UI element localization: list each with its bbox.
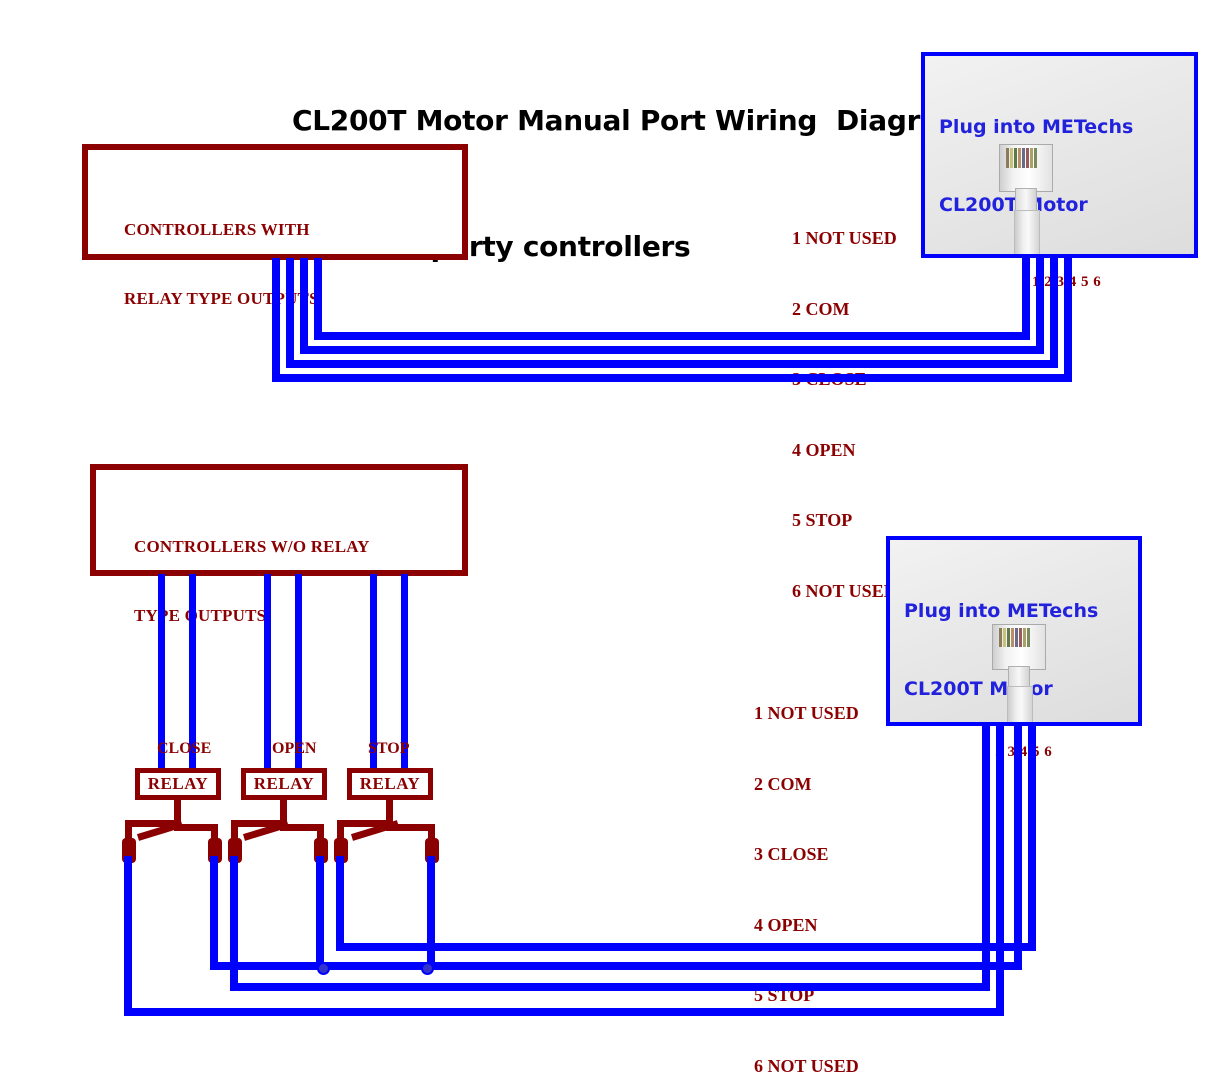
pin-legend-top-2: 2 COM — [792, 298, 850, 319]
wire-open-com-drop — [230, 856, 238, 990]
plug-panel-top: Plug into METechs CL200T Motor Manual Po… — [921, 52, 1198, 258]
wire-close-no-run — [210, 962, 1022, 970]
wire-top-4-vertical — [314, 258, 322, 340]
wire-coil-open-a — [264, 574, 271, 770]
relay-box-close: RELAY — [135, 768, 221, 800]
wire-stop-com-drop — [336, 856, 344, 950]
wire-top-4-riser-pin2 — [1022, 256, 1030, 340]
pin-legend-top-6: 6 NOT USED — [792, 580, 897, 601]
wire-close-com-run — [124, 1008, 1004, 1016]
wire-close-com-drop — [124, 856, 132, 1016]
plug-caption-line-1: Plug into METechs — [939, 116, 1134, 138]
rj-connector-photo-top — [993, 144, 1059, 254]
wire-top-1-vertical — [272, 258, 280, 382]
pin-legend-top-4: 4 OPEN — [792, 439, 856, 460]
relay-label-close: CLOSE — [157, 740, 212, 757]
page-title-line-1: CL200T Motor Manual Port Wiring Diagram — [292, 104, 968, 137]
rj-contact-wires-icon — [1006, 148, 1048, 168]
wire-stop-no-drop — [427, 856, 435, 968]
relay-box-stop: RELAY — [347, 768, 433, 800]
wire-close-no-drop — [210, 856, 218, 968]
wiring-diagram-canvas: CL200T Motor Manual Port Wiring Diagram … — [0, 0, 1224, 1076]
plug-panel-bottom: Plug into METechs CL200T Motor Manual Po… — [886, 536, 1142, 726]
pin-legend-bottom-3: 3 CLOSE — [754, 844, 829, 864]
wire-bottom-riser-pin5 — [996, 724, 1004, 1016]
pin-legend-top: 1 NOT USED 2 COM 3 CLOSE 4 OPEN 5 STOP 6… — [792, 180, 897, 650]
wire-open-com-run — [230, 983, 990, 991]
wire-top-3-vertical — [300, 258, 308, 354]
wire-bottom-riser-pin3 — [982, 724, 990, 991]
relay-label-open: OPEN — [272, 740, 317, 757]
wire-top-3-riser-pin3 — [1036, 256, 1044, 354]
relay-box-open: RELAY — [241, 768, 327, 800]
pin-legend-top-5: 5 STOP — [792, 510, 853, 530]
rj-cable-icon — [1014, 210, 1040, 254]
pin-legend-bottom-1: 1 NOT USED — [754, 703, 859, 723]
pin-legend-top-1: 1 NOT USED — [792, 228, 897, 248]
wire-top-1-riser-pin5 — [1064, 256, 1072, 382]
pin-legend-bottom-6: 6 NOT USED — [754, 1055, 859, 1076]
junction-dot-com-1 — [317, 962, 330, 975]
wire-top-2-horizontal — [286, 360, 1058, 368]
wire-open-no-drop — [316, 856, 324, 968]
relay-label-stop: STOP — [368, 740, 410, 757]
wire-top-2-vertical — [286, 258, 294, 368]
wire-top-1-horizontal — [272, 374, 1072, 382]
controller-label-line-1: CONTROLLERS WITH — [124, 220, 310, 239]
junction-dot-com-2 — [421, 962, 434, 975]
plug-caption-line-1: Plug into METechs — [904, 600, 1099, 622]
rj-connector-photo-bottom — [986, 624, 1052, 722]
controller-label-line-1: CONTROLLERS W/O RELAY — [134, 537, 370, 556]
pin-legend-bottom-4: 4 OPEN — [754, 914, 818, 935]
wire-top-4-horizontal — [314, 332, 1030, 340]
rj-cable-icon — [1007, 686, 1033, 722]
wire-stop-com-run — [336, 943, 1036, 951]
wire-bottom-riser-pin2 — [1028, 724, 1036, 951]
wire-top-3-horizontal — [300, 346, 1044, 354]
rj-contact-wires-icon — [999, 628, 1041, 647]
pin-legend-bottom-2: 2 COM — [754, 773, 812, 794]
wire-bottom-riser-pin4 — [1014, 724, 1022, 970]
wire-top-2-riser-pin4 — [1050, 256, 1058, 368]
